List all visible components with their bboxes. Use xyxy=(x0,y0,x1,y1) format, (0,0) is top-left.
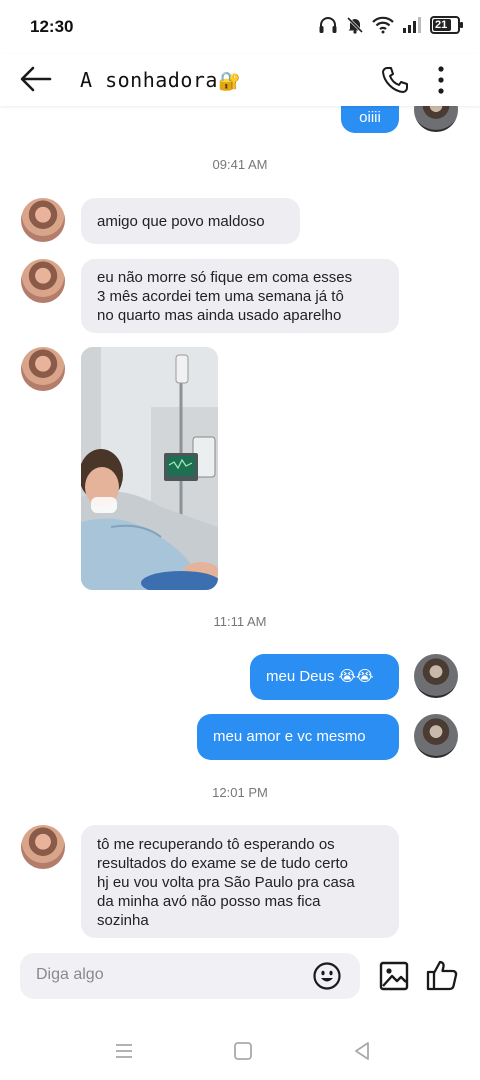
message-line: tô me recuperando tô esperando os xyxy=(97,836,335,853)
my-avatar[interactable] xyxy=(414,654,458,698)
message-bubble-outgoing[interactable]: meu Deus 😭😭 xyxy=(250,654,399,700)
message-input[interactable] xyxy=(34,965,298,985)
message-line: eu não morre só fique em coma esses xyxy=(97,269,353,286)
phone-icon[interactable] xyxy=(380,65,410,95)
hospital-photo[interactable] xyxy=(81,347,218,590)
message-line: no quarto mas ainda usado aparelho xyxy=(97,307,342,324)
message-line: resultados do exame se de tudo certo xyxy=(97,855,348,872)
status-icons: 21 xyxy=(318,16,463,34)
emoji-icon[interactable] xyxy=(312,961,342,991)
message-line: 3 mês acordei tem uma semana já tô xyxy=(97,288,344,305)
message-text: meu amor e vc mesmo xyxy=(213,728,366,745)
message-line: da minha avó não posso mas fica xyxy=(97,893,321,910)
timestamp: 09:41 AM xyxy=(212,157,268,172)
message-bubble-outgoing[interactable]: meu amor e vc mesmo xyxy=(197,714,399,760)
system-nav-bar xyxy=(0,1020,480,1080)
contact-avatar[interactable] xyxy=(21,347,65,391)
timestamp: 11:11 AM xyxy=(213,614,267,629)
chat-header: A sonhadora🔐 xyxy=(0,54,480,106)
timestamp: 12:01 PM xyxy=(212,785,268,800)
headphones-icon xyxy=(319,17,337,33)
contact-name-text: A sonhadora xyxy=(80,68,218,92)
more-options-icon[interactable] xyxy=(428,62,454,98)
status-time: 12:30 xyxy=(30,17,74,36)
thumbs-up-icon[interactable] xyxy=(425,958,459,992)
message-line: sozinha xyxy=(97,912,149,929)
gallery-icon[interactable] xyxy=(378,960,410,992)
back-arrow-icon[interactable] xyxy=(18,64,54,94)
message-text: meu Deus 😭😭 xyxy=(266,668,374,685)
status-bar: 12:30 21 xyxy=(0,0,480,54)
my-avatar[interactable] xyxy=(414,714,458,758)
signal-icon xyxy=(403,17,421,33)
message-composer xyxy=(20,953,360,999)
message-line: hj eu vou volta pra São Paulo pra casa xyxy=(97,874,355,891)
battery-level: 21 xyxy=(435,19,448,31)
lock-key-emoji: 🔐 xyxy=(217,71,241,92)
contact-avatar[interactable] xyxy=(21,198,65,242)
contact-name[interactable]: A sonhadora🔐 xyxy=(80,68,241,92)
contact-avatar[interactable] xyxy=(21,259,65,303)
photo-illustration xyxy=(81,347,218,590)
menu-icon[interactable] xyxy=(113,1040,135,1062)
my-avatar[interactable] xyxy=(414,106,458,132)
message-bubble-incoming[interactable]: eu não morre só fique em coma esses 3 mê… xyxy=(81,259,399,333)
message-text: amigo que povo maldoso xyxy=(97,213,265,230)
wifi-icon xyxy=(372,16,394,34)
mute-icon xyxy=(346,16,364,34)
message-bubble-outgoing[interactable]: oiiii xyxy=(341,106,399,133)
message-bubble-incoming[interactable]: tô me recuperando tô esperando os result… xyxy=(81,825,399,938)
message-text: oiiii xyxy=(359,109,381,126)
message-list[interactable]: oiiii 09:41 AM amigo que povo maldoso eu… xyxy=(0,106,480,946)
message-bubble-incoming[interactable]: amigo que povo maldoso xyxy=(81,198,300,244)
back-icon[interactable] xyxy=(351,1040,373,1062)
battery-icon: 21 xyxy=(430,16,463,34)
contact-avatar[interactable] xyxy=(21,825,65,869)
home-icon[interactable] xyxy=(232,1040,254,1062)
